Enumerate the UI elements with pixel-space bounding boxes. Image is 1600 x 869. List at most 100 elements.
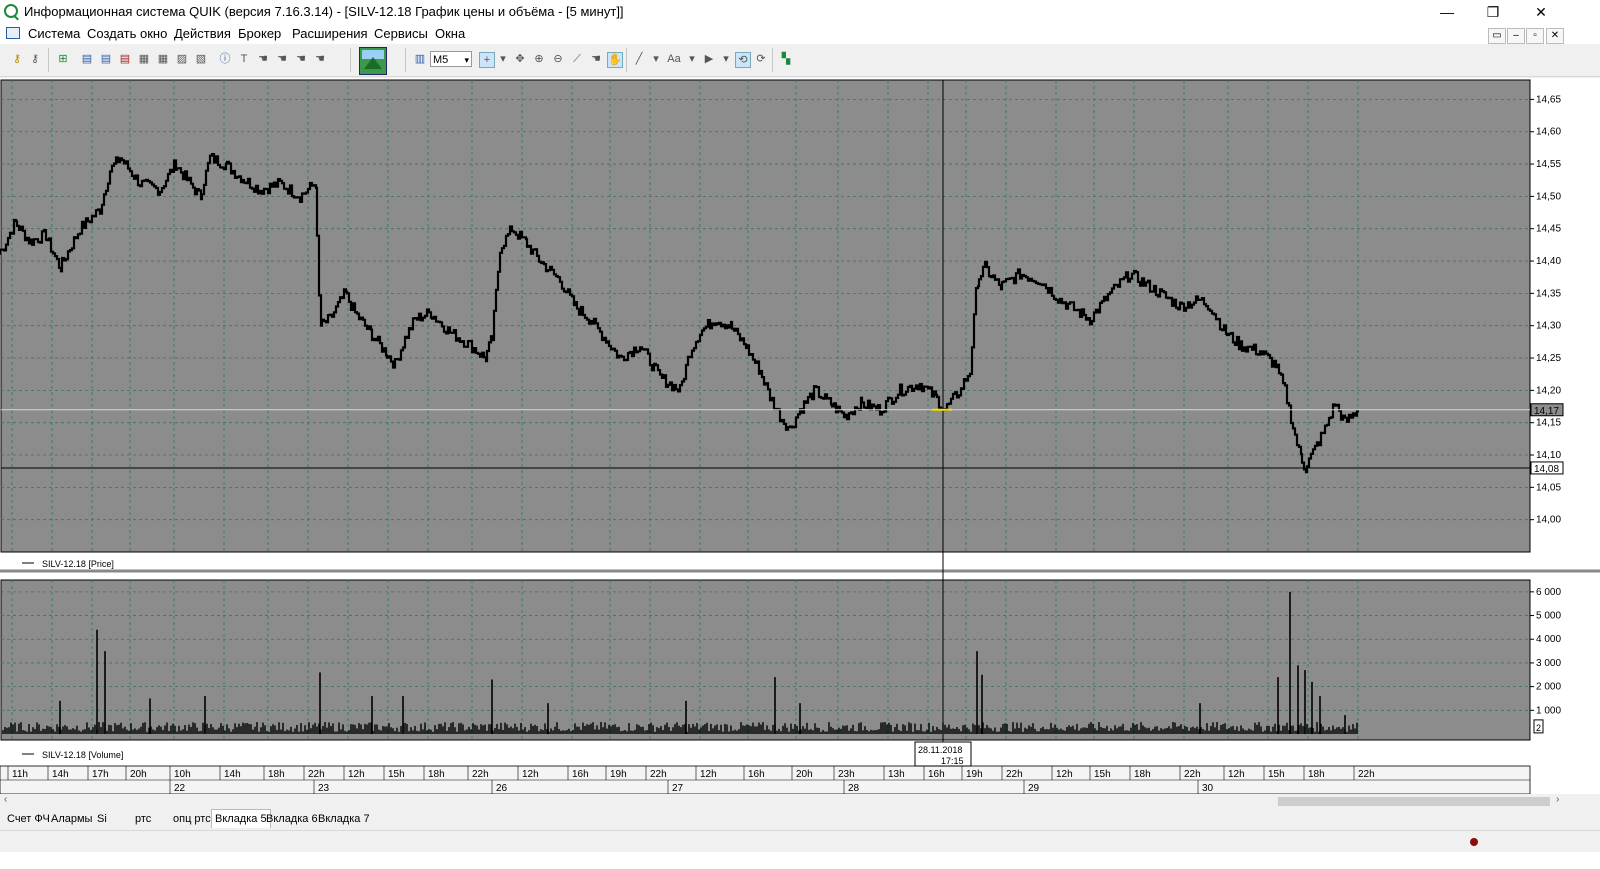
price-panel <box>0 79 1531 553</box>
day-label: 29 <box>1028 783 1040 794</box>
price-tick-label: 14,60 <box>1536 127 1561 138</box>
mdi-close-button[interactable]: ✕ <box>1546 28 1564 44</box>
menu-windows[interactable]: Окна <box>435 26 465 41</box>
chart-window-icon[interactable] <box>359 47 387 75</box>
bottom-strip <box>0 852 1600 869</box>
orders-icon[interactable]: ▤ <box>118 52 132 66</box>
hand-clear-icon[interactable]: ☚ <box>313 52 327 66</box>
hour-label: 12h <box>1056 769 1073 780</box>
move-icon[interactable]: ✥ <box>513 52 527 66</box>
hour-label: 23h <box>838 769 855 780</box>
scroll-left-icon[interactable]: ‹ <box>4 794 7 805</box>
link-icon[interactable]: ⟲ <box>735 52 751 68</box>
hour-label: 16h <box>572 769 589 780</box>
indicators-icon[interactable]: ▚ <box>779 52 793 66</box>
hour-label: 16h <box>748 769 765 780</box>
tab-schet-fch[interactable]: Счет ФЧ <box>4 810 53 828</box>
day-label: 23 <box>318 783 330 794</box>
hour-label: 22h <box>472 769 489 780</box>
hour-label: 16h <box>928 769 945 780</box>
hour-label: 22h <box>1184 769 1201 780</box>
menu-bar: Система Создать окно Действия Брокер Рас… <box>0 24 1600 44</box>
hour-label: 13h <box>888 769 905 780</box>
tab-vkladka-7[interactable]: Вкладка 7 <box>315 810 373 828</box>
tab-vkladka-5[interactable]: Вкладка 5 <box>211 809 271 828</box>
hour-label: 18h <box>1308 769 1325 780</box>
scrollbar-thumb[interactable] <box>1278 797 1550 806</box>
tab-opts-rts[interactable]: опц ртс <box>170 810 214 828</box>
current-price-label: 14,17 <box>1534 406 1559 417</box>
mdi-maximize-button[interactable]: ▫ <box>1526 28 1544 44</box>
chart-window[interactable]: 14,65 14,60 14,55 14,50 14,45 14,40 14,35 14,30… <box>0 78 1600 794</box>
menu-broker[interactable]: Брокер <box>238 26 281 41</box>
menu-actions[interactable]: Действия <box>174 26 231 41</box>
font-icon[interactable]: Aa <box>667 52 681 66</box>
volume-tick-label: 2 000 <box>1536 682 1561 693</box>
hour-label: 15h <box>388 769 405 780</box>
unlink-icon[interactable]: ⟳ <box>754 52 768 66</box>
quik-logo-icon <box>4 4 18 18</box>
menu-services[interactable]: Сервисы <box>374 26 428 41</box>
zoom-in-icon[interactable]: ⊕ <box>532 52 546 66</box>
chevron-down-icon[interactable]: ▾ <box>719 52 733 66</box>
menu-create-window[interactable]: Создать окно <box>87 26 167 41</box>
hour-label: 17h <box>92 769 109 780</box>
volume-panel <box>0 579 1531 741</box>
hand-icon[interactable]: ☚ <box>256 52 270 66</box>
menu-system[interactable]: Система <box>28 26 80 41</box>
hour-label: 19h <box>610 769 627 780</box>
tab-rts[interactable]: ртс <box>132 810 154 828</box>
tab-si[interactable]: Si <box>94 810 110 828</box>
mdi-minimize-button[interactable]: – <box>1507 28 1525 44</box>
toolbar-separator <box>48 48 49 72</box>
menu-extensions[interactable]: Расширения <box>292 26 368 41</box>
tab-vkladka-6[interactable]: Вкладка 6 <box>263 810 321 828</box>
chevron-down-icon[interactable]: ▾ <box>496 52 510 66</box>
restore-button[interactable]: ❐ <box>1470 0 1516 24</box>
ruler-icon[interactable]: ⟋ <box>570 52 584 66</box>
positions-icon[interactable]: ▦ <box>156 52 170 66</box>
zoom-out-icon[interactable]: ⊖ <box>551 52 565 66</box>
table-icon[interactable]: ▤ <box>80 52 94 66</box>
chart-type-icon[interactable]: ▥ <box>413 52 427 66</box>
text-icon[interactable]: T <box>237 52 251 66</box>
stop-orders-icon[interactable]: ▨ <box>175 52 189 66</box>
chevron-down-icon[interactable]: ▾ <box>685 52 699 66</box>
chevron-down-icon[interactable]: ▾ <box>649 52 663 66</box>
tab-alarms[interactable]: Алармы <box>48 810 95 828</box>
hour-label: 22h <box>308 769 325 780</box>
chart-canvas[interactable]: 14,65 14,60 14,55 14,50 14,45 14,40 14,35 14,30… <box>0 78 1600 794</box>
key-icon[interactable]: ⚷ <box>10 52 24 66</box>
volume-panel-label: SILV-12.18 [Volume] <box>42 750 123 760</box>
info-icon[interactable]: ⓘ <box>218 52 232 66</box>
scroll-right-icon[interactable]: › <box>1556 794 1559 805</box>
arrow-marker-icon[interactable]: ▶ <box>702 52 716 66</box>
hand-select-icon[interactable]: ☚ <box>294 52 308 66</box>
title-bar: Информационная система QUIK (версия 7.16… <box>0 0 1600 24</box>
deals-icon[interactable]: ▦ <box>137 52 151 66</box>
volume-marker-label: 2 <box>1536 723 1541 733</box>
disconnect-icon[interactable]: ⚷ <box>28 52 42 66</box>
volume-tick-label: 3 000 <box>1536 658 1561 669</box>
line-tool-icon[interactable]: ╱ <box>632 52 646 66</box>
hour-label: 22h <box>1358 769 1375 780</box>
interval-select[interactable]: M5 ▾ <box>430 51 472 67</box>
limits-icon[interactable]: ▧ <box>194 52 208 66</box>
new-window-icon[interactable]: ⊞ <box>56 52 70 66</box>
hand-multi-icon[interactable]: ☚ <box>275 52 289 66</box>
hour-label: 15h <box>1094 769 1111 780</box>
hand-pan-icon[interactable]: ☚ <box>589 52 603 66</box>
close-button[interactable]: ✕ <box>1518 0 1564 24</box>
grab-icon[interactable]: ✋ <box>607 52 623 68</box>
crosshair-icon[interactable]: + <box>479 52 495 68</box>
hour-label: 14h <box>52 769 69 780</box>
horizontal-scrollbar[interactable]: ‹ › <box>0 794 1600 808</box>
minimize-button[interactable]: — <box>1424 0 1470 24</box>
mdi-window-icon[interactable] <box>6 27 20 39</box>
mdi-restore-button[interactable]: ▭ <box>1488 28 1506 44</box>
price-tick-label: 14,30 <box>1536 321 1561 332</box>
day-label: 26 <box>496 783 508 794</box>
status-bar <box>0 830 1600 853</box>
hour-label: 15h <box>1268 769 1285 780</box>
quotes-icon[interactable]: ▤ <box>99 52 113 66</box>
